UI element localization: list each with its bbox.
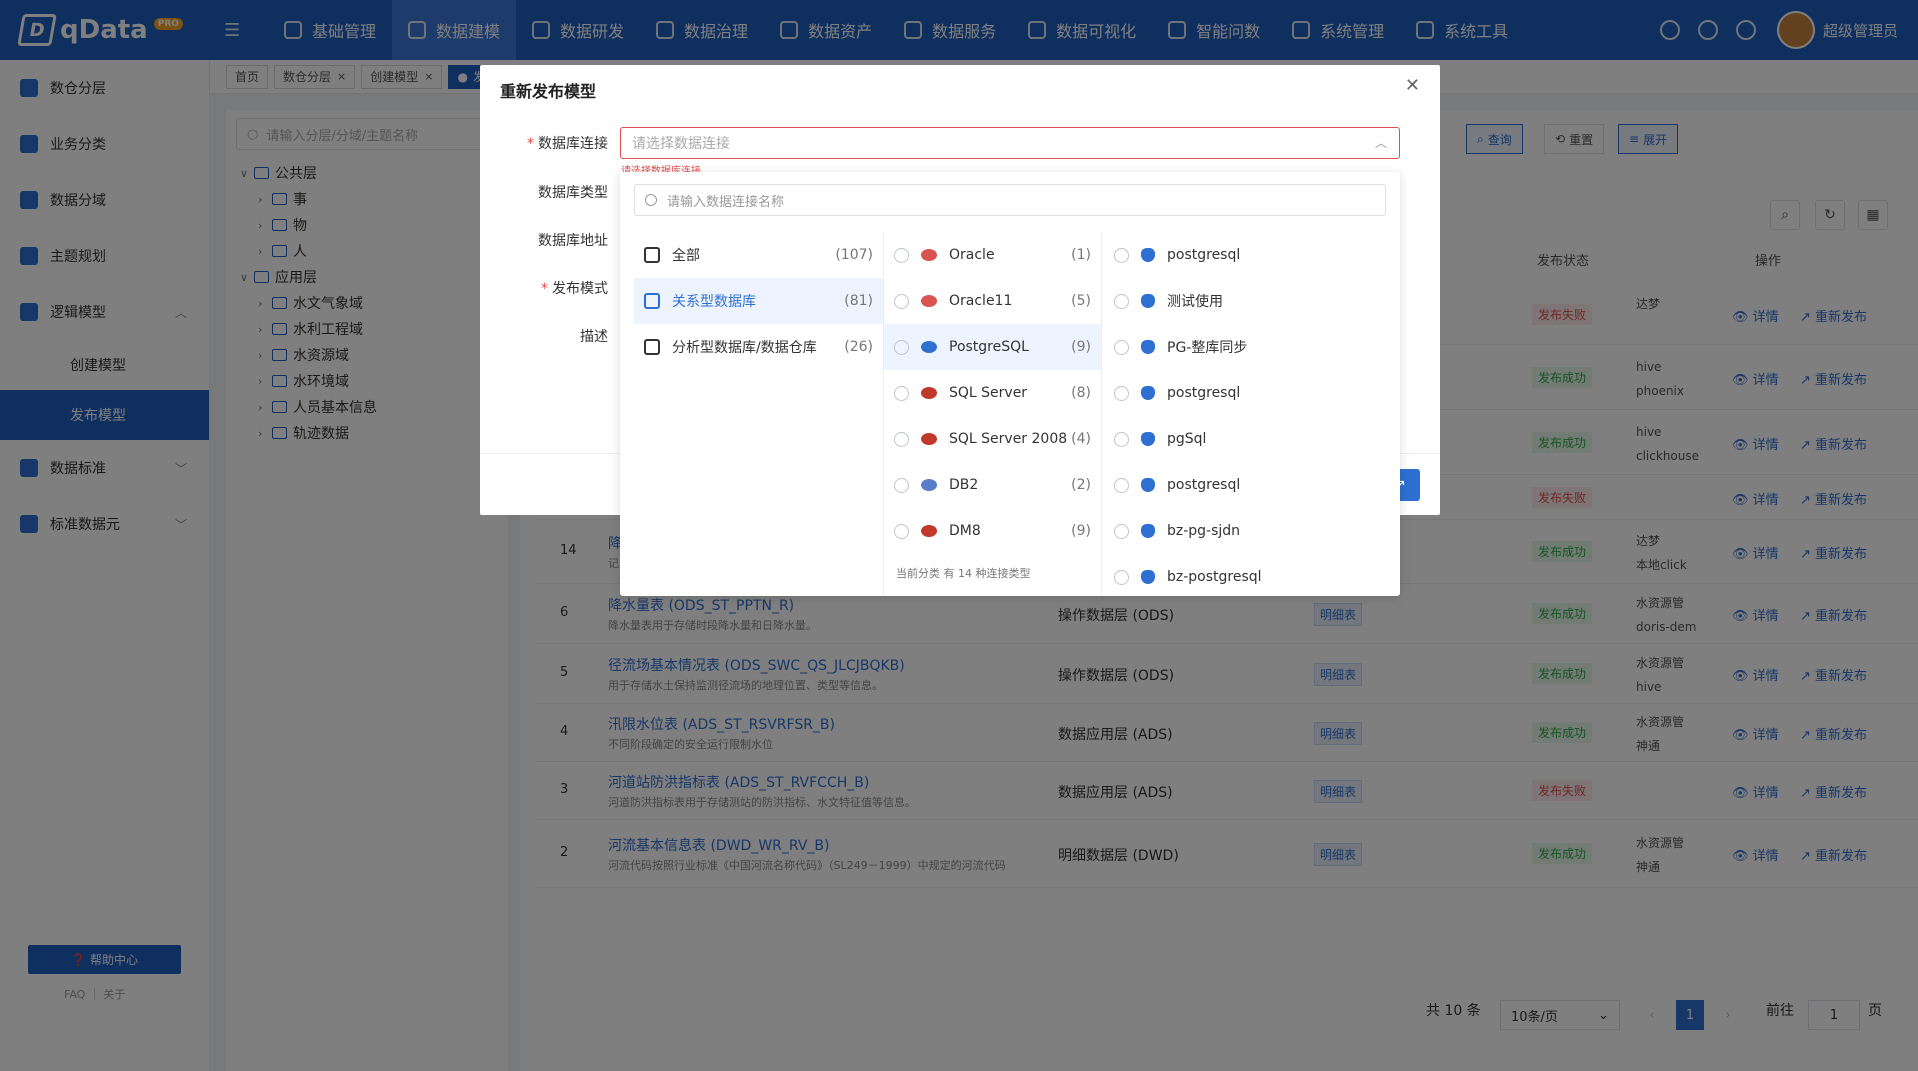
connection-item[interactable]: pgSql <box>1102 416 1400 462</box>
close-icon[interactable]: ✕ <box>1405 75 1420 96</box>
db-logo-icon <box>921 479 937 491</box>
radio-icon[interactable] <box>1114 569 1129 585</box>
relational-db-icon <box>644 293 660 309</box>
category-analytic[interactable]: 分析型数据库/数据仓库 (26) <box>634 324 883 370</box>
db-type-item[interactable]: DB2 (2) <box>884 462 1101 508</box>
postgresql-icon <box>1141 340 1155 354</box>
postgresql-icon <box>1141 294 1155 308</box>
radio-icon[interactable] <box>894 339 909 355</box>
category-all[interactable]: 全部 (107) <box>634 232 883 278</box>
connection-list: postgresql 测试使用 PG-整库同步 postgresql pgSql post… <box>1102 232 1400 596</box>
postgresql-icon <box>1141 386 1155 400</box>
grid-icon <box>644 247 660 263</box>
db-type-item[interactable]: SQL Server 2008 (4) <box>884 416 1101 462</box>
radio-icon[interactable] <box>894 523 909 539</box>
postgresql-icon <box>1141 570 1155 584</box>
db-type-footer: 当前分类 有 14 种连接类型 <box>896 567 1031 580</box>
db-logo-icon <box>921 249 937 261</box>
label-publish-mode: * 发布模式 <box>541 281 608 297</box>
radio-icon[interactable] <box>894 385 909 401</box>
radio-icon[interactable] <box>1114 477 1129 493</box>
db-type-item[interactable]: PostgreSQL (9) <box>884 324 1101 370</box>
category-list: 全部 (107) 关系型数据库 (81) 分析型数据库/数据仓库 (26) <box>634 232 884 596</box>
chevron-up-icon: ︿ <box>1374 136 1387 150</box>
connection-item[interactable]: PG-整库同步 <box>1102 324 1400 370</box>
db-type-item[interactable]: Oracle (1) <box>884 232 1101 278</box>
db-type-list: Oracle (1) Oracle11 (5) PostgreSQL (9) SQL Ser… <box>884 232 1102 596</box>
db-type-item[interactable]: Oracle11 (5) <box>884 278 1101 324</box>
postgresql-icon <box>1141 248 1155 262</box>
radio-icon[interactable] <box>1114 293 1129 309</box>
db-type-item[interactable]: DM8 (9) <box>884 508 1101 554</box>
radio-icon[interactable] <box>894 293 909 309</box>
radio-icon[interactable] <box>1114 385 1129 401</box>
radio-icon[interactable] <box>1114 339 1129 355</box>
db-connection-dropdown: 请输入数据连接名称 全部 (107) 关系型数据库 (81) 分析型数据库/数据仓库… <box>620 172 1400 596</box>
label-desc: 描述 <box>580 329 608 345</box>
radio-icon[interactable] <box>1114 247 1129 263</box>
label-db-conn: * 数据库连接 <box>527 136 608 152</box>
postgresql-icon <box>1141 478 1155 492</box>
radio-icon[interactable] <box>1114 431 1129 447</box>
radio-icon[interactable] <box>894 477 909 493</box>
db-logo-icon <box>921 525 937 537</box>
db-logo-icon <box>921 433 937 445</box>
connection-item[interactable]: 测试使用 <box>1102 278 1400 324</box>
db-type-item[interactable]: SQL Server (8) <box>884 370 1101 416</box>
db-logo-icon <box>921 341 937 353</box>
category-relational[interactable]: 关系型数据库 (81) <box>634 278 883 324</box>
connection-item[interactable]: postgresql <box>1102 462 1400 508</box>
connection-item[interactable]: postgresql <box>1102 232 1400 278</box>
connection-item[interactable]: bz-postgresql <box>1102 554 1400 596</box>
label-db-addr: 数据库地址 <box>538 233 608 249</box>
label-db-type: 数据库类型 <box>538 185 608 201</box>
connection-item[interactable]: postgresql <box>1102 370 1400 416</box>
db-logo-icon <box>921 387 937 399</box>
connection-item[interactable]: bz-pg-sjdn <box>1102 508 1400 554</box>
warehouse-icon <box>644 339 660 355</box>
postgresql-icon <box>1141 432 1155 446</box>
connection-search-input[interactable]: 请输入数据连接名称 <box>634 184 1386 216</box>
db-connection-select[interactable]: 请选择数据连接 ︿ <box>620 127 1400 159</box>
radio-icon[interactable] <box>894 247 909 263</box>
search-icon <box>645 194 657 206</box>
radio-icon[interactable] <box>1114 523 1129 539</box>
db-logo-icon <box>921 295 937 307</box>
dialog-title: 重新发布模型 <box>500 82 597 101</box>
postgresql-icon <box>1141 524 1155 538</box>
radio-icon[interactable] <box>894 431 909 447</box>
